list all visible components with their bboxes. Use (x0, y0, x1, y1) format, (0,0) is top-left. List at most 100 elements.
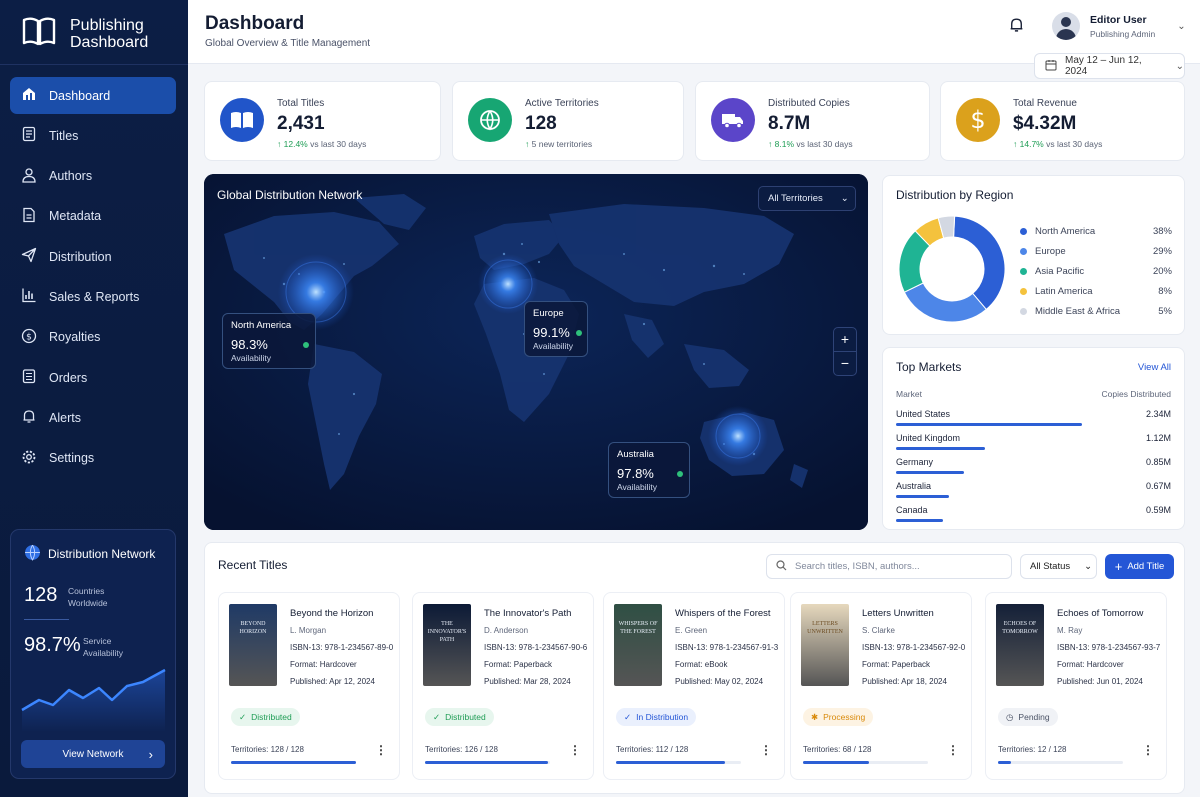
cover-text: WHISPERS OF THE FOREST (618, 621, 658, 635)
countries-sublabel: Worldwide (68, 598, 108, 608)
status-filter-dropdown[interactable]: All Status ⌄ (1020, 554, 1097, 579)
sidebar-item-distribution[interactable]: Distribution (10, 238, 176, 275)
stat-card-total-titles[interactable]: Total Titles 2,431 ↑ 12.4% vs last 30 da… (204, 81, 441, 161)
brand[interactable]: Publishing Dashboard (22, 16, 148, 51)
legend-item: North America 38% (1020, 221, 1172, 241)
date-range-picker[interactable]: May 12 – Jun 12, 2024 ⌄ (1034, 53, 1185, 79)
add-title-button[interactable]: + Add Title (1105, 554, 1174, 579)
global-distribution-map[interactable]: Global Distribution Network All Territor… (204, 174, 868, 530)
title-published: Published: Mar 28, 2024 (484, 677, 571, 686)
title-card[interactable]: WHISPERS OF THE FOREST Whispers of the F… (603, 592, 785, 780)
search-input[interactable]: Search titles, ISBN, authors... (766, 554, 1012, 579)
sidebar-item-settings[interactable]: Settings (10, 440, 176, 477)
territories-progress (803, 761, 928, 764)
region-availability-label: Availability (533, 341, 574, 351)
more-options-icon[interactable]: ⋮ (760, 743, 772, 757)
open-book-icon (220, 98, 264, 142)
market-value: 0.85M (1145, 457, 1171, 467)
check-circle-icon: ✓ (433, 711, 441, 722)
title-format: Format: Hardcover (1057, 660, 1124, 669)
sidebar-item-dashboard[interactable]: Dashboard (10, 77, 176, 114)
stat-card-distributed-copies[interactable]: Distributed Copies 8.7M ↑ 8.1% vs last 3… (695, 81, 930, 161)
title-name: Whispers of the Forest (675, 608, 771, 619)
more-options-icon[interactable]: ⋮ (947, 743, 959, 757)
chevron-down-icon: ⌄ (840, 193, 849, 204)
region-tooltip-australia[interactable]: Australia 97.8% Availability (608, 442, 690, 498)
territories-label: Territories: 128 / 128 (231, 745, 304, 754)
territory-filter-dropdown[interactable]: All Territories ⌄ (758, 186, 856, 211)
distribution-network-card: Distribution Network 128 Countries World… (10, 529, 176, 779)
sidebar-item-label: Distribution (49, 249, 112, 264)
search-icon (776, 559, 787, 574)
sidebar-item-label: Metadata (49, 209, 102, 224)
legend-label: Middle East & Africa (1035, 305, 1121, 317)
market-row[interactable]: United Kingdom 1.12M (896, 433, 1171, 457)
market-bar (896, 471, 964, 474)
title-card[interactable]: BEYOND HORIZON Beyond the Horizon L. Mor… (218, 592, 400, 780)
market-value: 1.12M (1145, 433, 1171, 443)
more-options-icon[interactable]: ⋮ (569, 743, 581, 757)
sidebar-item-sales-reports[interactable]: Sales & Reports (10, 278, 176, 315)
dollar-icon: $ (956, 98, 1000, 142)
dashboard-icon (21, 86, 37, 105)
top-markets-title: Top Markets (896, 360, 962, 374)
sidebar-item-alerts[interactable]: Alerts (10, 399, 176, 436)
markets-table-header: Market Copies Distributed (896, 389, 1171, 399)
map-title: Global Distribution Network (217, 188, 363, 202)
territories-progress (425, 761, 550, 764)
territories-label: Territories: 112 / 128 (616, 745, 689, 754)
status-label: Distributed (445, 712, 486, 722)
title-format: Format: Paperback (484, 660, 553, 669)
progress-fill (803, 761, 870, 764)
region-tooltip-europe[interactable]: Europe 99.1% Availability (524, 301, 588, 357)
territories-progress (998, 761, 1123, 764)
title-isbn: ISBN-13: 978-1-234567-92-0 (862, 643, 966, 652)
user-name: Editor User (1090, 13, 1147, 26)
title-card[interactable]: ECHOES OF TOMORROW Echoes of Tomorrow M.… (985, 592, 1167, 780)
title-card[interactable]: LETTERS UNWRITTEN Letters Unwritten S. C… (790, 592, 972, 780)
stat-label: Active Territories (525, 98, 599, 109)
processing-icon: ✱ (811, 711, 819, 722)
zoom-in-button[interactable]: + (834, 328, 856, 352)
territories-progress (616, 761, 741, 764)
status-label: In Distribution (636, 712, 689, 722)
legend-swatch (1020, 287, 1027, 295)
region-tooltip-north-america[interactable]: North America 98.3% Availability (222, 313, 316, 369)
donut-slice-europe[interactable] (903, 282, 988, 323)
user-menu[interactable]: Editor User Publishing Admin ⌄ (1052, 12, 1186, 40)
book-cover-image: LETTERS UNWRITTEN (801, 604, 849, 686)
legend-label: Asia Pacific (1035, 265, 1085, 277)
sidebar-item-orders[interactable]: Orders (10, 359, 176, 396)
sidebar-nav: Dashboard Titles Authors Metadata Distri… (10, 77, 176, 480)
sidebar-item-titles[interactable]: Titles (10, 117, 176, 154)
more-options-icon[interactable]: ⋮ (375, 743, 387, 757)
sidebar-item-royalties[interactable]: $ Royalties (10, 319, 176, 356)
zoom-out-button[interactable]: − (834, 352, 856, 376)
sidebar-item-metadata[interactable]: Metadata (10, 198, 176, 235)
sidebar-item-label: Alerts (49, 410, 81, 425)
title-name: The Innovator's Path (484, 608, 572, 619)
notification-bell-icon[interactable] (1008, 16, 1025, 38)
sidebar-item-label: Orders (49, 370, 88, 385)
title-author: E. Green (675, 626, 708, 635)
market-row[interactable]: Australia 0.67M (896, 481, 1171, 505)
market-row[interactable]: United States 2.34M (896, 409, 1171, 433)
chevron-down-icon: ⌄ (1177, 20, 1186, 32)
stat-card-total-revenue[interactable]: $ Total Revenue $4.32M ↑ 14.7% vs last 3… (940, 81, 1185, 161)
title-card[interactable]: THE INNOVATOR'S PATH The Innovator's Pat… (412, 592, 594, 780)
market-row[interactable]: Canada 0.59M (896, 505, 1171, 529)
document-icon (21, 207, 37, 226)
globe-icon (24, 544, 41, 564)
status-badge: ✱ Processing (803, 708, 874, 726)
donut-slice-north-america[interactable] (953, 215, 1006, 311)
stat-card-active-territories[interactable]: Active Territories 128 ↑ 5 new territori… (452, 81, 684, 161)
sidebar-item-authors[interactable]: Authors (10, 158, 176, 195)
titles-icon (21, 126, 37, 145)
search-placeholder: Search titles, ISBN, authors... (795, 561, 920, 572)
more-options-icon[interactable]: ⋮ (1142, 743, 1154, 757)
market-row[interactable]: Germany 0.85M (896, 457, 1171, 481)
bar-chart-icon (21, 287, 37, 306)
view-all-link[interactable]: View All (1138, 362, 1171, 373)
status-badge: ✓ Distributed (231, 708, 300, 726)
view-network-button[interactable]: View Network › (21, 740, 165, 768)
